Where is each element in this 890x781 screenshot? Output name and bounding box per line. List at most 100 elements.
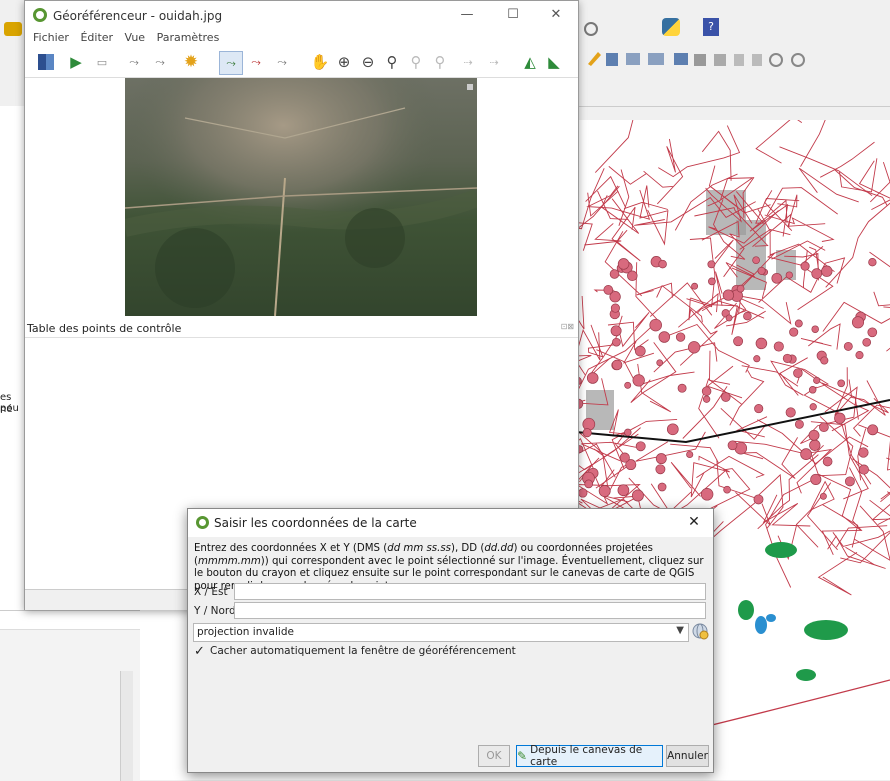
map-poi [810, 440, 821, 451]
georef-titlebar[interactable]: Géoréférenceur - ouidah.jpg — ☐ ✕ [25, 1, 578, 31]
cancel-button[interactable]: Annuler [666, 745, 709, 767]
map-poi [599, 485, 610, 496]
map-road [870, 486, 890, 520]
local-histogram-icon[interactable]: ◣ [543, 51, 565, 73]
map-road [852, 459, 890, 525]
map-road [670, 444, 718, 463]
menu-vue[interactable]: Vue [125, 31, 146, 44]
crs-selector-button[interactable] [691, 622, 709, 640]
georef-canvas[interactable] [25, 78, 578, 316]
map-poi [820, 493, 826, 499]
map-poi [702, 387, 711, 396]
close-button[interactable]: ✕ [541, 7, 571, 25]
map-poi [667, 424, 678, 435]
map-road [886, 324, 890, 379]
gcp-panel-title: Table des points de contrôle [27, 322, 181, 335]
search-icon[interactable] [584, 22, 598, 36]
zoom-in-icon[interactable]: ⊕ [333, 51, 355, 73]
panel-scrollbar[interactable] [120, 671, 133, 781]
ok-button[interactable]: OK [478, 745, 510, 767]
pan-icon[interactable]: ✋ [309, 51, 331, 73]
desc-text: ), DD ( [451, 543, 484, 554]
qgis-logo-icon [33, 8, 47, 22]
y-field[interactable] [234, 602, 706, 619]
map-poi [620, 453, 629, 462]
move-point-icon[interactable]: ⤳ [271, 51, 293, 73]
map-poi [737, 285, 744, 292]
globe-icon [691, 622, 709, 640]
map-poi [721, 393, 730, 402]
map-poi [633, 375, 645, 387]
link-qgis-icon[interactable]: ⇢ [483, 51, 505, 73]
window-title: Géoréférenceur - ouidah.jpg [53, 9, 222, 23]
zoom-last-icon[interactable]: ⚲ [405, 51, 427, 73]
map-poi [701, 488, 713, 500]
x-field[interactable] [234, 583, 706, 600]
settings-icon[interactable]: ✹ [180, 51, 202, 73]
add-point-icon[interactable]: ⤳ [219, 51, 243, 75]
map-poi [844, 342, 852, 350]
full-histogram-icon[interactable]: ◭ [519, 51, 541, 73]
minimize-button[interactable]: — [452, 7, 482, 25]
pencil-icon: ✎ [517, 749, 527, 763]
zoom-layer-icon[interactable]: ⚲ [381, 51, 403, 73]
georef-toolbar: ▶ ▭ ⤳ ⤳ ✹ ⤳ ⤳ ⤳ ✋ ⊕ ⊖ ⚲ ⚲ ⚲ ⇢ ⇢ ◭ ◣ [25, 47, 578, 78]
close-button[interactable]: ✕ [683, 514, 705, 532]
y-label: Y / Nord [194, 605, 236, 617]
map-road [687, 238, 715, 307]
map-road [808, 483, 838, 550]
map-road [742, 437, 797, 478]
map-road [766, 478, 816, 587]
map-road [654, 343, 717, 372]
panel-header [0, 611, 140, 630]
checkmark-icon[interactable]: ✓ [194, 644, 205, 659]
map-road [680, 298, 717, 365]
satellite-image [125, 78, 477, 316]
map-poi [795, 320, 802, 327]
map-poi [821, 357, 828, 364]
map-poi [838, 380, 845, 387]
map-poi [636, 442, 645, 451]
save-edits-icon [606, 53, 618, 66]
map-poi [758, 267, 765, 274]
link-georef-icon[interactable]: ⇢ [457, 51, 479, 73]
delete-point-icon[interactable]: ⤳ [245, 51, 267, 73]
map-poi [809, 386, 816, 393]
map-poi [756, 338, 767, 349]
menu-parametres[interactable]: Paramètres [157, 31, 220, 44]
map-road [826, 195, 890, 287]
save-gcp-icon[interactable]: ⤳ [149, 51, 171, 73]
map-poi [708, 278, 715, 285]
open-raster-icon[interactable] [35, 51, 57, 73]
generate-script-icon[interactable]: ▭ [91, 51, 113, 73]
map-poi [744, 312, 752, 320]
panel-text-line: né [0, 404, 13, 415]
map-water [755, 616, 767, 634]
dialog-titlebar[interactable]: Saisir les coordonnées de la carte ✕ [188, 509, 713, 537]
map-road [588, 186, 650, 219]
digitizing-toolbar-icons[interactable] [586, 50, 886, 68]
start-georef-icon[interactable]: ▶ [65, 51, 87, 73]
map-road [609, 166, 646, 184]
map-poi [583, 418, 595, 430]
label-tool-icon[interactable] [4, 22, 22, 36]
desc-proj-format: mmmm.mm [198, 556, 261, 567]
projection-selector[interactable]: projection invalide ▼ [193, 623, 689, 642]
menu-editer[interactable]: Éditer [80, 31, 113, 44]
zoom-next-icon[interactable]: ⚲ [429, 51, 451, 73]
x-label: X / Est [194, 586, 228, 598]
desc-text: Entrez des coordonnées X et Y (DMS ( [194, 543, 387, 554]
python-icon[interactable] [662, 18, 680, 36]
maximize-button[interactable]: ☐ [498, 7, 528, 25]
browser-panel[interactable] [0, 610, 140, 781]
map-poi [734, 337, 743, 346]
from-map-canvas-button[interactable]: ✎ Depuis le canevas de carte [516, 745, 663, 767]
map-road [658, 126, 739, 177]
map-road [870, 167, 890, 232]
map-poi [783, 354, 791, 362]
menu-fichier[interactable]: Fichier [33, 31, 69, 44]
zoom-out-icon[interactable]: ⊖ [357, 51, 379, 73]
help-icon[interactable]: ? [703, 18, 719, 36]
panel-float-icon[interactable]: ⊡⊠ [561, 322, 574, 331]
load-gcp-icon[interactable]: ⤳ [123, 51, 145, 73]
